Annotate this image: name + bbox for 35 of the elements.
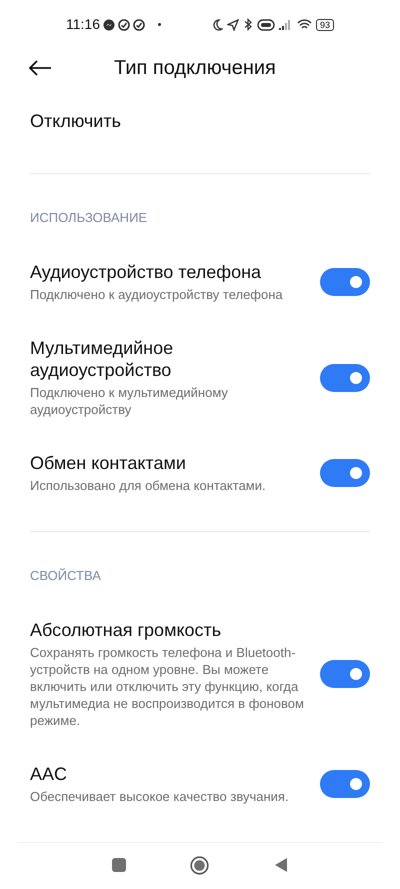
recents-button[interactable] (112, 858, 126, 872)
setting-title: Мультимедийное аудиоустройство (30, 337, 174, 382)
setting-title: Обмен контактами (30, 452, 187, 474)
moon-icon (212, 18, 223, 31)
back-arrow-icon[interactable] (28, 60, 52, 76)
home-button[interactable] (190, 856, 210, 875)
battery-indicator: 93 (316, 18, 334, 31)
location-icon (226, 18, 239, 31)
dot-icon (158, 23, 161, 26)
toggle-switch[interactable] (320, 364, 370, 392)
section-header: СВОЙСТВА (30, 568, 101, 584)
section-header: ИСПОЛЬЗОВАНИЕ (30, 210, 148, 226)
setting-title: AAC (30, 763, 68, 786)
status-time: 11:16 (66, 15, 100, 34)
signal-icon (278, 19, 293, 30)
toggle-switch[interactable] (320, 660, 370, 688)
earbuds-icon (256, 18, 275, 31)
setting-description: Подключено к аудиоустройству телефона (30, 286, 284, 304)
messenger-icon (103, 18, 115, 31)
disconnect-button[interactable]: Отключить (30, 111, 121, 132)
setting-description: Сохранять громкость телефона и Bluetooth-устройств на одном уровне. Вы можете включить или отключить эту функцию, когда мультимедиа не воспроизводится в фоновом режиме. (30, 644, 305, 730)
wifi-icon (296, 18, 312, 31)
circle-check-icon (118, 18, 130, 31)
bluetooth-icon (242, 18, 253, 32)
toggle-switch[interactable] (320, 268, 370, 296)
toggle-switch[interactable] (320, 770, 370, 798)
setting-title: Абсолютная громкость (30, 619, 222, 642)
setting-title: Аудиоустройство телефона (30, 261, 262, 284)
setting-description: Использовано для обмена контактами. (30, 477, 267, 494)
circle-check-icon (133, 18, 145, 31)
back-button[interactable] (274, 857, 288, 874)
setting-description: Подключено к мультимедийному аудиоустройству (30, 384, 229, 418)
setting-description: Обеспечивает высокое качество звучания. (30, 788, 290, 806)
toggle-switch[interactable] (320, 459, 370, 488)
page-title: Тип подключения (114, 56, 276, 82)
